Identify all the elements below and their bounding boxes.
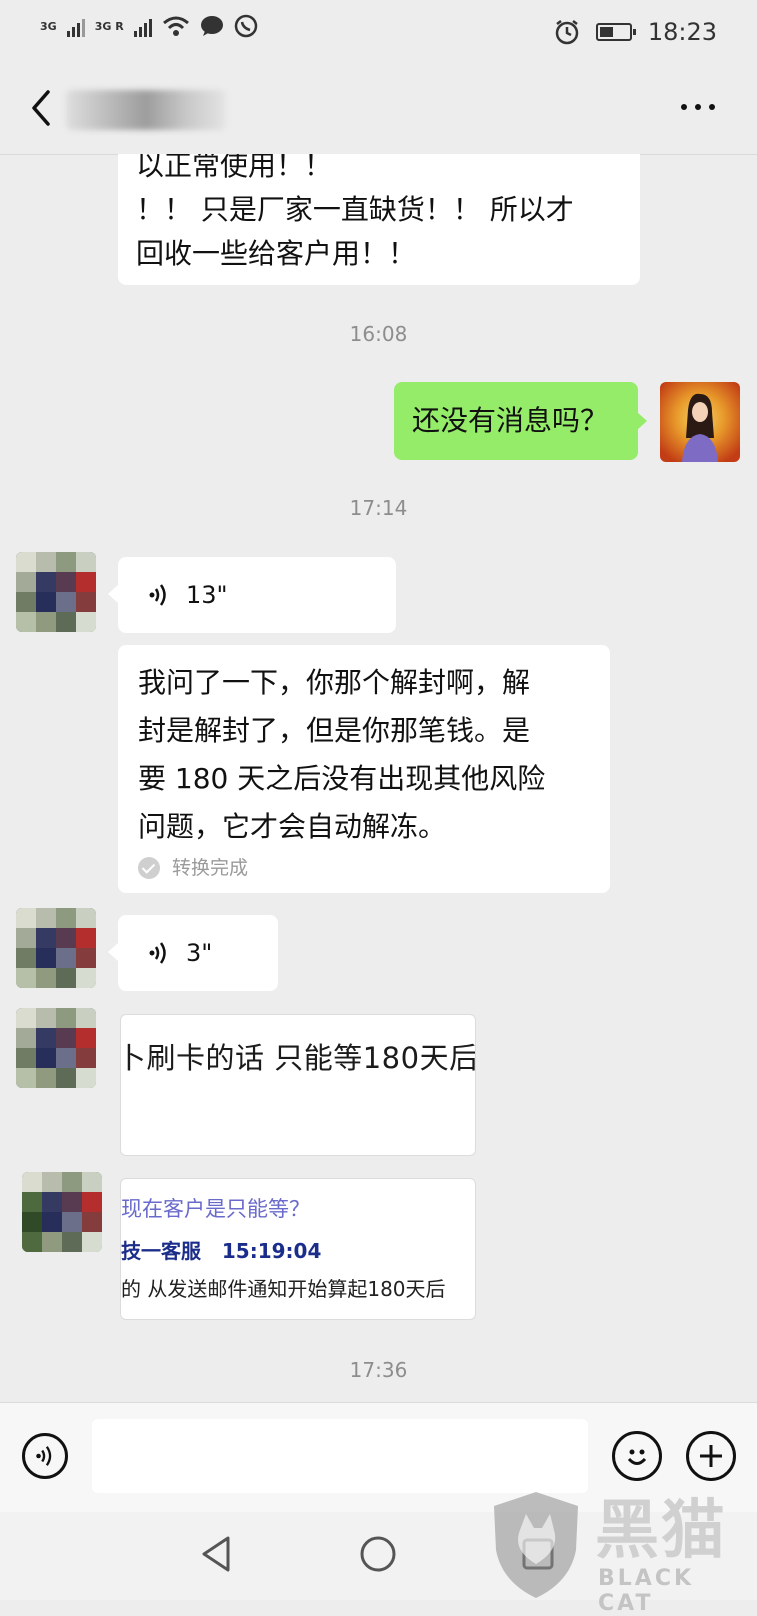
timestamp: 16:08 [349, 322, 408, 346]
black-cat-logo-icon [494, 1492, 578, 1598]
transcript-status-label: 转换完成 [172, 857, 249, 879]
add-more-button[interactable] [686, 1431, 736, 1481]
timestamp: 17:14 [349, 496, 408, 520]
image-text-line3: 的 从发送邮件通知开始算起180天后 [121, 1277, 446, 1301]
image-text: 卜刷卡的话 只能等180天后 [120, 1041, 476, 1075]
transcript-line: 封是解封了，但是你那笔钱。是 [138, 714, 531, 747]
sent-message-label: 还没有消息吗？ [412, 404, 609, 437]
image-text-line2: 技一客服 15:19:04 [121, 1235, 321, 1264]
back-arrow-icon[interactable] [26, 88, 56, 128]
chat-header [0, 62, 757, 155]
more-dots-icon[interactable] [681, 104, 715, 110]
watermark-subtext: BLACK CAT [598, 1566, 695, 1616]
voice-transcript[interactable]: 我问了一下，你那个解封啊，解 封是解封了，但是你那笔钱。是 要 180 天之后没… [118, 645, 610, 893]
voice-wave-icon [36, 1446, 52, 1466]
signal-icon [66, 15, 85, 37]
sent-message-text[interactable]: 还没有消息吗？ [394, 382, 638, 460]
voice-message[interactable]: 3" [118, 915, 278, 991]
voice-wave-icon [149, 942, 166, 964]
nav-home-icon[interactable] [358, 1534, 398, 1574]
voice-message[interactable]: 13" [118, 557, 396, 633]
voice-duration: 3" [186, 939, 213, 967]
signal-icon-2 [133, 15, 152, 37]
check-icon [138, 857, 160, 879]
image-sender-time: 15:19:04 [221, 1239, 322, 1263]
status-bar: 3G 3G R 18:23 [0, 0, 757, 62]
message-line: 回收一些给客户用！！ [136, 237, 417, 270]
bubble-tail [108, 585, 118, 603]
my-avatar[interactable] [660, 382, 740, 462]
transcript-line: 我问了一下，你那个解封啊，解 [138, 666, 531, 699]
watermark-text: 黑猫 [595, 1494, 727, 1568]
status-right: 18:23 [554, 18, 717, 46]
network-indicators: 3G 3G R [40, 14, 258, 38]
voice-duration: 13" [186, 581, 228, 609]
contact-avatar[interactable] [16, 552, 96, 632]
whatsapp-icon [234, 14, 257, 38]
image-sender-name: 技一客服 [121, 1239, 201, 1263]
transcript-line: 问题，它才会自动解冻。 [138, 810, 447, 843]
status-time: 18:23 [647, 18, 717, 46]
message-line: ！！ 只是厂家一直缺货！！ 所以才 [136, 193, 574, 226]
image-text-line1: 现在客户是只能等？ [121, 1197, 310, 1221]
alarm-icon [555, 20, 579, 45]
nav-back-icon[interactable] [198, 1534, 234, 1574]
voice-wave-icon [149, 584, 166, 606]
transcript-line: 要 180 天之后没有出现其他风险 [138, 762, 546, 795]
bubble-tail [637, 412, 647, 430]
message-icon [200, 16, 223, 36]
chat-title-blurred [66, 90, 226, 130]
contact-avatar[interactable] [22, 1172, 102, 1252]
transcript-status: 转换完成 [138, 855, 590, 881]
message-input[interactable] [92, 1419, 588, 1493]
plus-icon [700, 1445, 722, 1467]
voice-input-button[interactable] [22, 1433, 68, 1479]
contact-avatar[interactable] [16, 908, 96, 988]
contact-avatar[interactable] [16, 1008, 96, 1088]
network-3g-label: 3G [40, 19, 57, 33]
network-3gr-label: 3G R [94, 19, 124, 33]
image-message[interactable]: 卜刷卡的话 只能等180天后 [120, 1014, 476, 1156]
battery-icon [595, 23, 636, 41]
emoji-button[interactable] [612, 1431, 662, 1481]
image-message[interactable]: 现在客户是只能等？ 技一客服 15:19:04 的 从发送邮件通知开始算起180… [120, 1178, 476, 1320]
person-figure [682, 393, 718, 462]
bubble-tail [108, 943, 118, 961]
timestamp: 17:36 [349, 1358, 408, 1382]
wifi-icon [162, 16, 189, 36]
smiley-icon [627, 1449, 647, 1465]
